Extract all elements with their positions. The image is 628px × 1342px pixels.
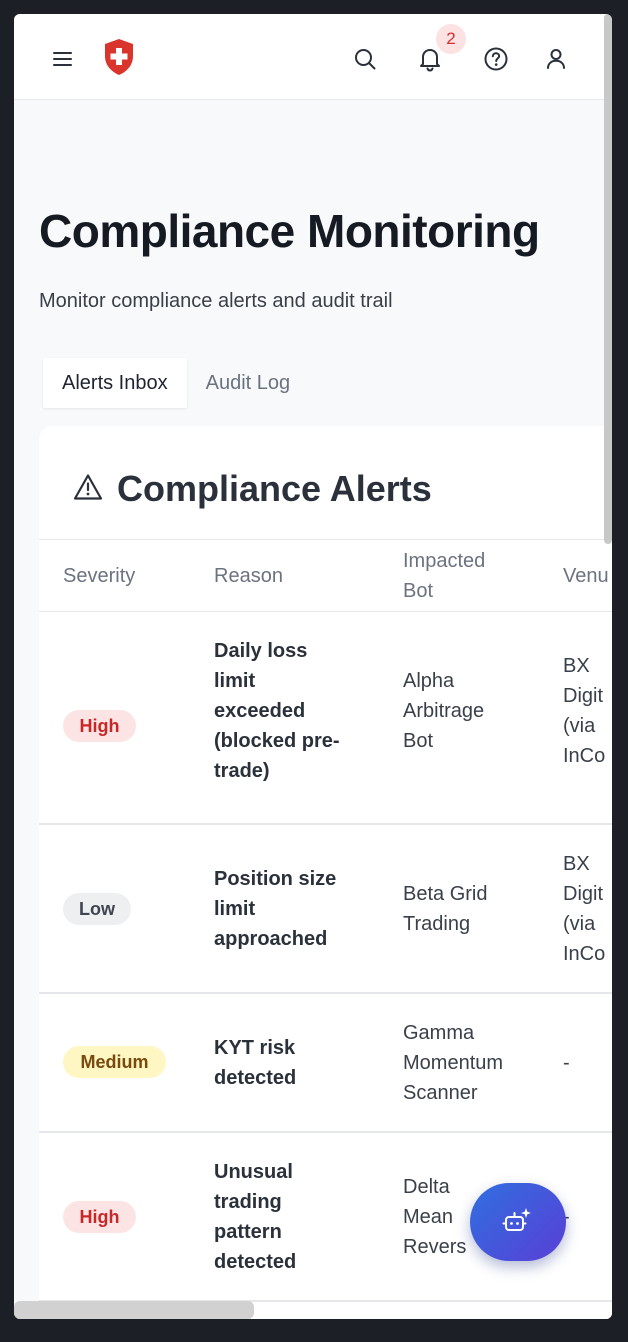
- severity-badge: High: [63, 1201, 136, 1233]
- reason-cell: KYT risk detected: [214, 1037, 297, 1089]
- warning-icon: [73, 474, 103, 500]
- help-icon: [484, 47, 508, 71]
- venue-cell: BX Digit (via InCo: [563, 655, 606, 767]
- shield-cross-logo: [105, 39, 133, 75]
- horizontal-scrollbar[interactable]: [14, 1301, 254, 1319]
- tab-list: Alerts Inbox Audit Log: [43, 358, 309, 408]
- table-header: Severity Reason Impacted Bot Venu: [39, 540, 612, 612]
- bell-icon: [420, 49, 440, 72]
- page-subtitle: Monitor compliance alerts and audit trai…: [39, 290, 393, 312]
- profile-button[interactable]: [539, 42, 573, 76]
- menu-icon: [53, 52, 72, 66]
- tab-audit-log[interactable]: Audit Log: [187, 358, 310, 408]
- search-icon: [355, 49, 376, 70]
- help-button[interactable]: [479, 42, 513, 76]
- ai-assistant-button[interactable]: [470, 1183, 566, 1261]
- table-row[interactable]: Medium KYT risk detected Gamma Momentum …: [39, 994, 612, 1133]
- reason-cell: Position size limit approached: [214, 868, 337, 950]
- reason-cell: Daily loss limit exceeded (blocked pre- …: [214, 640, 340, 782]
- venue-cell: BX Digit (via InCo: [563, 853, 606, 965]
- notification-badge: 2: [436, 24, 466, 54]
- venue-cell: -: [563, 1052, 570, 1074]
- severity-badge: Medium: [63, 1046, 166, 1078]
- app-window: 2 Compliance Monitoring Monitor complian…: [14, 14, 612, 1319]
- card-header: Compliance Alerts: [39, 426, 612, 540]
- severity-badge: Low: [63, 893, 131, 925]
- ai-bot-sparkle-icon: [502, 1208, 531, 1231]
- column-header-reason[interactable]: Reason: [214, 561, 283, 591]
- reason-cell: Unusual trading pattern detected: [214, 1161, 297, 1273]
- page-title: Compliance Monitoring: [39, 205, 540, 257]
- column-header-bot-line2[interactable]: Bot: [403, 576, 433, 606]
- severity-badge: High: [63, 710, 136, 742]
- bot-cell: Beta Grid Trading: [403, 883, 488, 935]
- top-bar: 2: [14, 14, 604, 100]
- card-title: Compliance Alerts: [117, 468, 432, 509]
- bot-cell: Delta Mean Revers: [403, 1176, 467, 1258]
- tab-alerts-inbox[interactable]: Alerts Inbox: [43, 358, 187, 408]
- user-icon: [547, 49, 565, 69]
- table-row[interactable]: Low Position size limit approached Beta …: [39, 825, 612, 994]
- column-header-venue[interactable]: Venu: [563, 561, 609, 591]
- table-row[interactable]: High Daily loss limit exceeded (blocked …: [39, 612, 612, 825]
- app-logo[interactable]: [102, 36, 136, 78]
- bot-cell: Gamma Momentum Scanner: [403, 1022, 504, 1104]
- column-header-severity[interactable]: Severity: [63, 561, 135, 591]
- bot-cell: Alpha Arbitrage Bot: [403, 670, 485, 752]
- menu-button[interactable]: [46, 42, 80, 76]
- vertical-scrollbar[interactable]: [604, 14, 612, 544]
- search-button[interactable]: [348, 42, 382, 76]
- column-header-bot-line1[interactable]: Impacted: [403, 546, 485, 576]
